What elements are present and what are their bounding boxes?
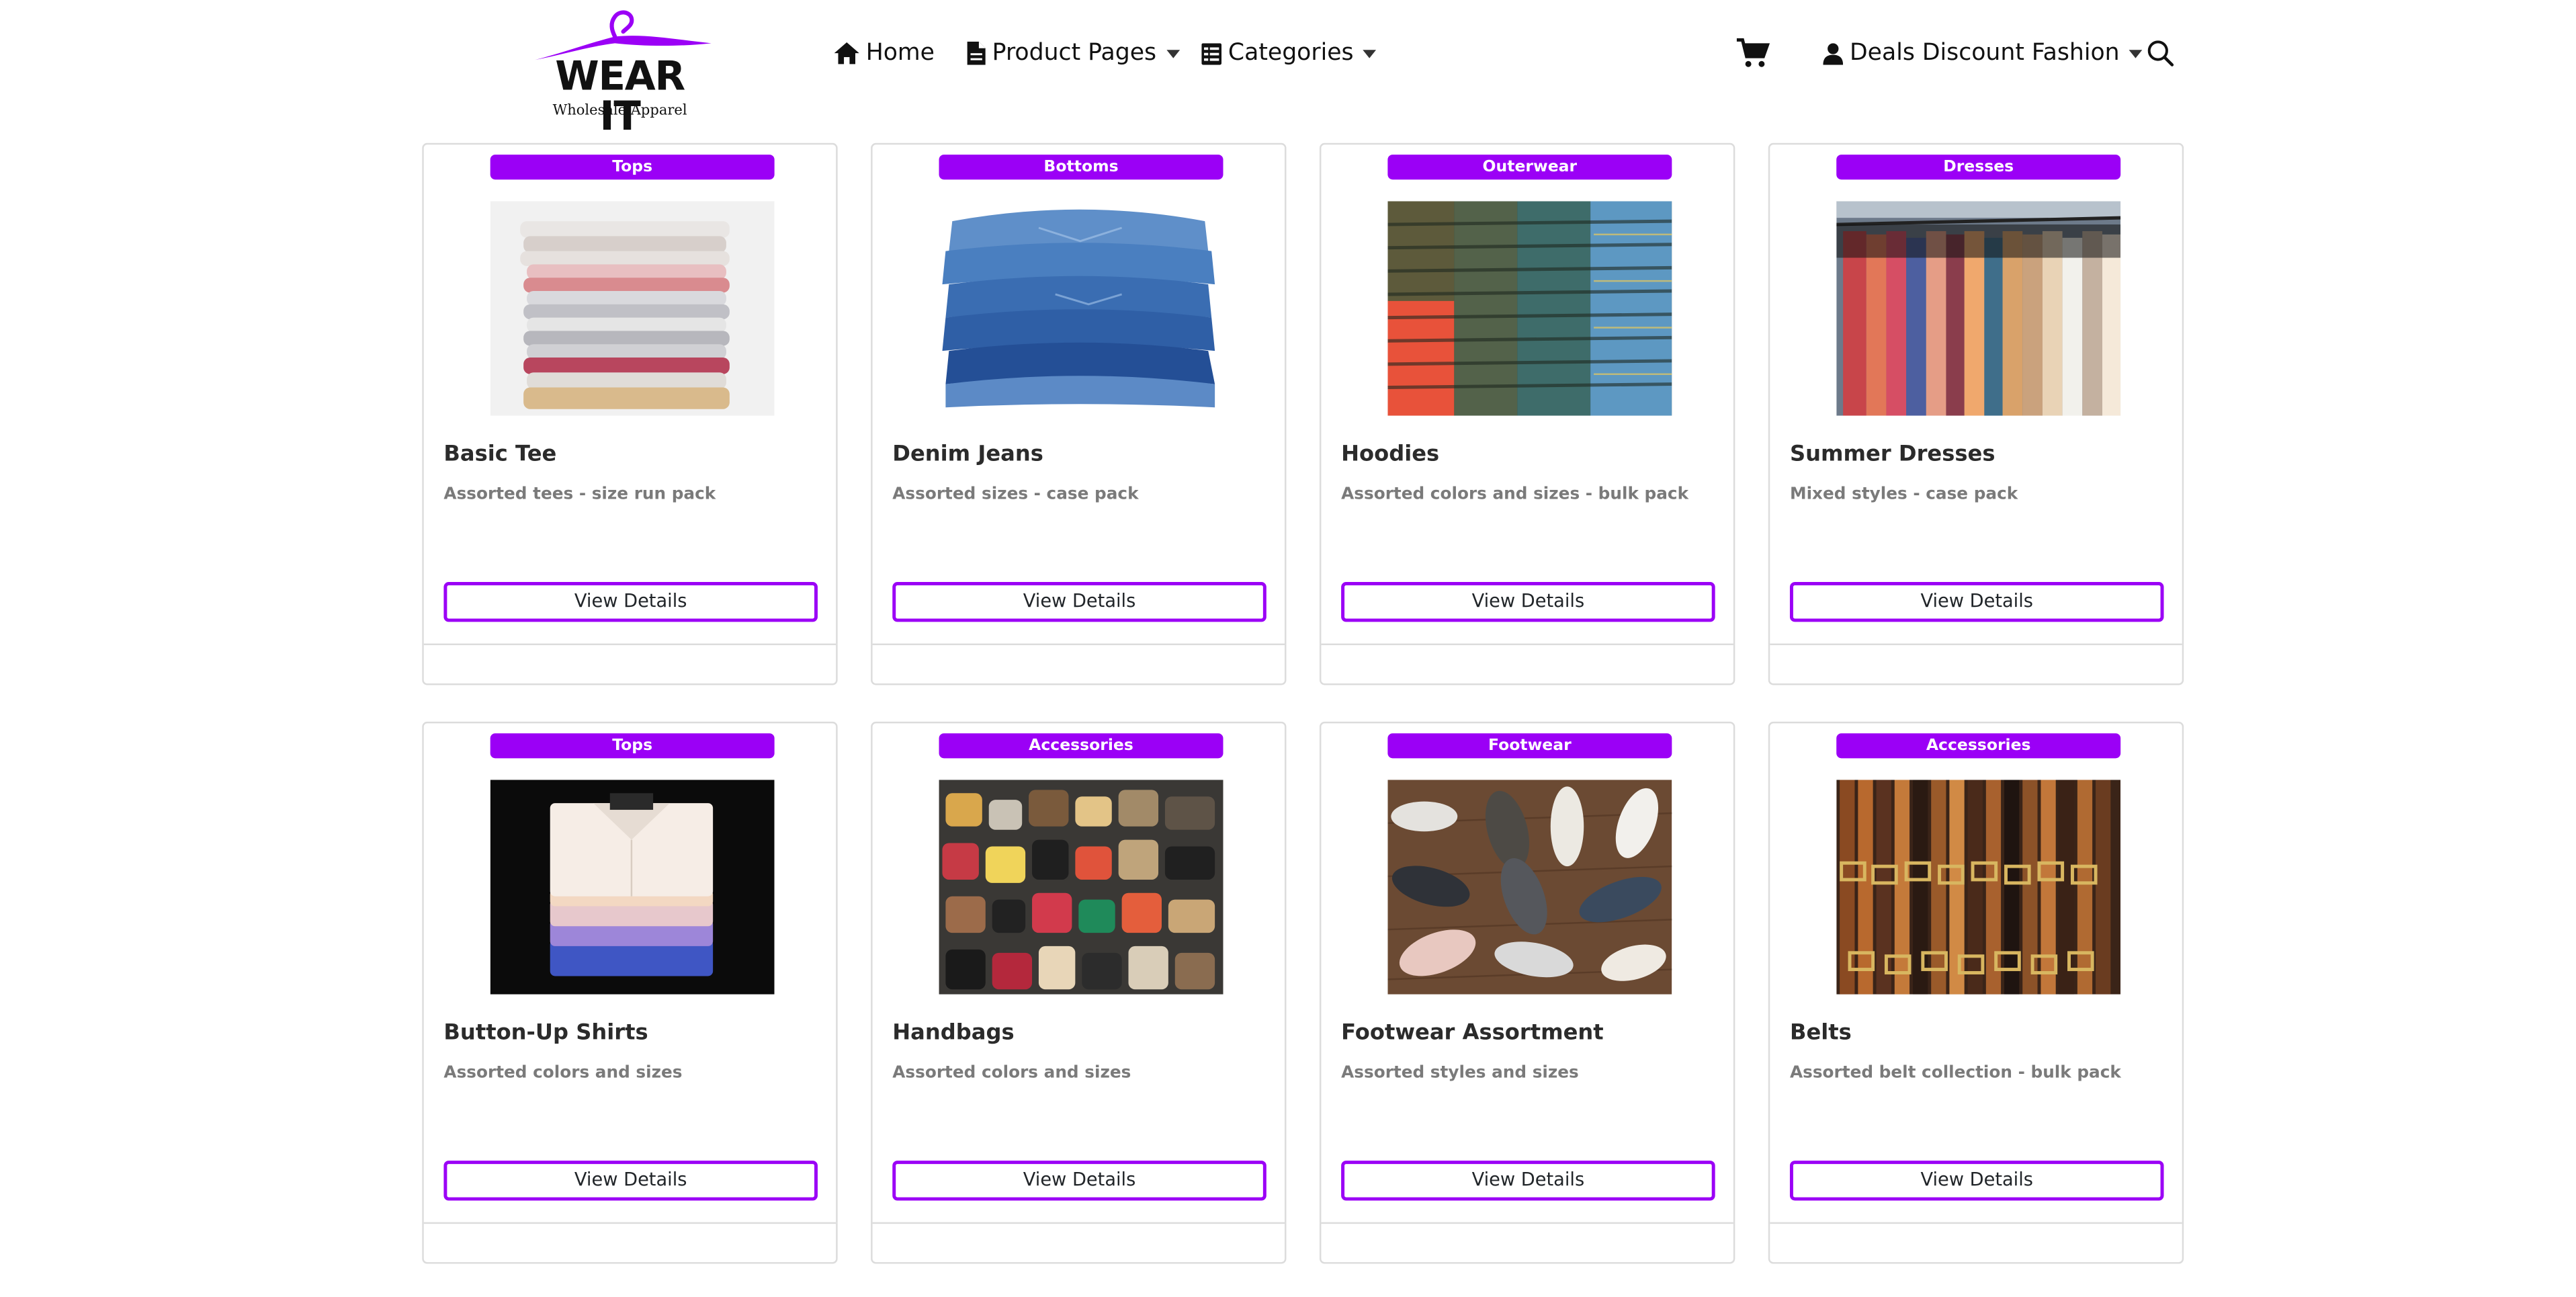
cart-button[interactable] <box>1733 33 1773 73</box>
folded-tees-photo <box>490 201 775 416</box>
cart-icon <box>1736 38 1770 67</box>
nav-home-label: Home <box>865 40 935 67</box>
shoes-on-floor-photo <box>1387 780 1672 995</box>
product-card: Accessories <box>871 721 1287 1264</box>
user-icon <box>1823 42 1844 65</box>
product-title: Handbags <box>892 1021 1015 1046</box>
view-details-button[interactable]: View Details <box>1789 1161 2164 1201</box>
category-badge: Accessories <box>939 733 1223 759</box>
view-details-button[interactable]: View Details <box>1341 1161 1715 1201</box>
product-description: Assorted colors and sizes <box>892 1064 1131 1083</box>
product-image[interactable] <box>1836 780 2121 995</box>
product-image[interactable] <box>1836 201 2121 416</box>
search-icon <box>2147 40 2174 67</box>
product-image[interactable] <box>939 201 1223 416</box>
list-icon <box>1201 42 1222 65</box>
product-title: Summer Dresses <box>1789 442 1995 468</box>
product-description: Assorted colors and sizes - bulk pack <box>1341 485 1689 504</box>
nav-categories-label: Categories <box>1228 40 1354 67</box>
product-title: Belts <box>1789 1021 1852 1046</box>
nav-home[interactable]: Home <box>834 33 935 73</box>
category-badge: Bottoms <box>939 155 1223 180</box>
nav-product-pages[interactable]: Product Pages <box>967 33 1180 73</box>
brand-tagline: Wholesale Apparel <box>552 103 687 120</box>
product-description: Assorted styles and sizes <box>1341 1064 1579 1083</box>
product-image[interactable] <box>490 780 775 995</box>
view-details-button[interactable]: View Details <box>1789 582 2164 622</box>
document-icon <box>967 41 986 65</box>
product-card: Accessories <box>1768 721 2184 1264</box>
card-footer <box>423 1222 836 1264</box>
product-title: Hoodies <box>1341 442 1440 468</box>
card-footer <box>1770 1222 2182 1264</box>
product-card: Footwear Footwear Assortment Assorted st… <box>1319 721 1735 1264</box>
view-details-button[interactable]: View Details <box>443 582 818 622</box>
view-details-button[interactable]: View Details <box>443 1161 818 1201</box>
stacked-jeans-photo <box>939 201 1223 416</box>
navbar: WEAR IT Wholesale Apparel Home Product P… <box>0 0 2576 136</box>
category-badge: Accessories <box>1836 733 2121 759</box>
belt-rack-photo <box>1836 780 2121 995</box>
product-image[interactable] <box>1387 201 1672 416</box>
product-image[interactable] <box>939 780 1223 995</box>
chevron-down-icon <box>1363 48 1377 58</box>
product-description: Assorted sizes - case pack <box>892 485 1139 504</box>
brand-name: WEAR IT <box>555 53 685 140</box>
product-description: Assorted colors and sizes <box>443 1064 683 1083</box>
product-image[interactable] <box>490 201 775 416</box>
card-footer <box>1770 643 2182 685</box>
account-menu[interactable]: Deals Discount Fashion <box>1823 33 2143 73</box>
view-details-button[interactable]: View Details <box>892 1161 1266 1201</box>
product-title: Footwear Assortment <box>1341 1021 1604 1046</box>
category-badge: Footwear <box>1387 733 1672 759</box>
category-badge: Tops <box>490 733 775 759</box>
search-button[interactable] <box>2141 33 2180 73</box>
dress-rack-photo <box>1836 201 2121 416</box>
nav-product-pages-label: Product Pages <box>992 40 1157 67</box>
card-footer <box>872 1222 1285 1264</box>
category-badge: Dresses <box>1836 155 2121 180</box>
product-card: Bottoms Denim Jeans Assorted sizes - cas… <box>871 142 1287 685</box>
product-title: Basic Tee <box>443 442 557 468</box>
category-badge: Outerwear <box>1387 155 1672 180</box>
product-description: Assorted tees - size run pack <box>443 485 716 504</box>
stacked-hoodies-photo <box>1387 201 1672 416</box>
nav-categories[interactable]: Categories <box>1201 33 1377 73</box>
view-details-button[interactable]: View Details <box>1341 582 1715 622</box>
product-description: Assorted belt collection - bulk pack <box>1789 1064 2121 1083</box>
product-card: Outerwear Hoodies Assorted colors and si… <box>1319 142 1735 685</box>
product-description: Mixed styles - case pack <box>1789 485 2018 504</box>
page: WEAR IT Wholesale Apparel Home Product P… <box>0 0 2576 1297</box>
product-card: Tops Button-Up Shirts Assorted colors an… <box>422 721 838 1264</box>
category-badge: Tops <box>490 155 775 180</box>
account-name: Deals Discount Fashion <box>1850 40 2120 67</box>
handbag-wall-photo <box>939 780 1223 995</box>
folded-shirts-photo <box>490 780 775 995</box>
view-details-button[interactable]: View Details <box>892 582 1266 622</box>
card-footer <box>872 643 1285 685</box>
card-footer <box>1321 1222 1733 1264</box>
card-footer <box>1321 643 1733 685</box>
home-icon <box>834 42 859 65</box>
product-card: Dresses Summer Dresses Mixed styles - ca… <box>1768 142 2184 685</box>
product-title: Button-Up Shirts <box>443 1021 648 1046</box>
brand-logo[interactable]: WEAR IT Wholesale Apparel <box>529 3 715 136</box>
product-image[interactable] <box>1387 780 1672 995</box>
product-title: Denim Jeans <box>892 442 1043 468</box>
product-card: Tops Basic Tee Assorted tees - size run … <box>422 142 838 685</box>
card-footer <box>423 643 836 685</box>
chevron-down-icon <box>1166 48 1180 58</box>
